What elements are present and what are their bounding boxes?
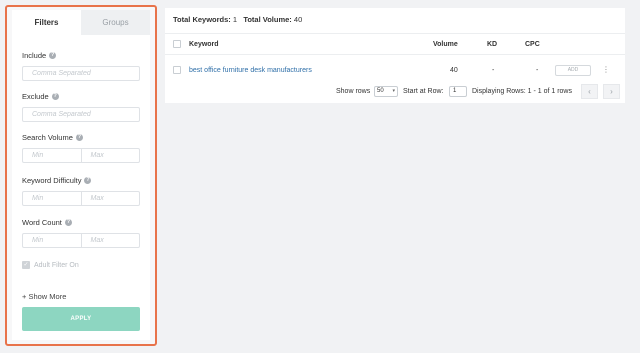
word-count-filter: Word Count ? Min Max — [22, 217, 140, 248]
checkbox-checked-icon[interactable]: ✓ — [22, 261, 30, 269]
help-icon[interactable]: ? — [84, 176, 92, 184]
exclude-filter: Exclude ? Comma Separated — [22, 91, 140, 122]
total-volume-label: Total Volume: — [243, 15, 292, 24]
word-count-label: Word Count — [22, 217, 62, 227]
displaying-rows-text: Displaying Rows: 1 - 1 of 1 rows — [472, 87, 572, 95]
show-more-link[interactable]: + Show More — [22, 292, 66, 301]
include-input[interactable]: Comma Separated — [22, 66, 140, 81]
rows-per-page-value: 50 — [377, 88, 384, 94]
show-rows-label: Show rows — [336, 87, 371, 95]
help-icon[interactable]: ? — [51, 92, 59, 100]
panel-tabs: Filters Groups — [12, 10, 150, 35]
start-row-input[interactable]: 1 — [449, 85, 467, 97]
help-icon[interactable]: ? — [75, 133, 83, 141]
tab-filters[interactable]: Filters — [12, 10, 81, 35]
search-volume-range: Min Max — [22, 148, 140, 163]
tab-groups[interactable]: Groups — [81, 10, 150, 35]
table-header: Keyword Volume KD CPC — [165, 33, 625, 55]
results-card: Total Keywords: 1 Total Volume: 40 Keywo… — [165, 8, 625, 103]
search-volume-label: Search Volume — [22, 132, 73, 142]
adult-filter-toggle[interactable]: ✓ Adult Filter On — [22, 261, 140, 269]
start-row-label: Start at Row: — [403, 87, 444, 95]
help-icon[interactable]: ? — [49, 51, 57, 59]
help-icon[interactable]: ? — [64, 218, 72, 226]
table-row: best office furniture desk manufacturers… — [165, 59, 625, 81]
next-page-icon[interactable]: › — [603, 83, 620, 99]
column-keyword[interactable]: Keyword — [189, 34, 219, 54]
keyword-difficulty-filter: Keyword Difficulty ? Min Max — [22, 175, 140, 206]
chevron-down-icon: ▾ — [392, 88, 395, 94]
keyword-link[interactable]: best office furniture desk manufacturers — [189, 59, 312, 81]
rows-per-page-select[interactable]: 50 ▾ — [374, 85, 398, 97]
column-volume[interactable]: Volume — [433, 34, 458, 54]
search-volume-max-input[interactable]: Max — [81, 148, 140, 163]
search-volume-filter: Search Volume ? Min Max — [22, 132, 140, 163]
search-volume-min-input[interactable]: Min — [22, 148, 82, 163]
row-checkbox[interactable] — [173, 66, 181, 74]
filters-panel: Filters Groups Include ? Comma Separated… — [5, 5, 157, 346]
keyword-difficulty-range: Min Max — [22, 191, 140, 206]
total-keywords-label: Total Keywords: — [173, 15, 231, 24]
apply-button[interactable]: APPLY — [22, 307, 140, 331]
results-summary: Total Keywords: 1 Total Volume: 40 — [173, 15, 302, 24]
keyword-difficulty-min-input[interactable]: Min — [22, 191, 82, 206]
filters-panel-body: Filters Groups Include ? Comma Separated… — [12, 10, 150, 340]
word-count-range: Min Max — [22, 233, 140, 248]
column-cpc[interactable]: CPC — [525, 34, 540, 54]
exclude-label: Exclude — [22, 91, 49, 101]
add-button[interactable]: ADD — [555, 64, 591, 76]
keyword-difficulty-label: Keyword Difficulty — [22, 175, 82, 185]
exclude-input[interactable]: Comma Separated — [22, 107, 140, 122]
include-filter: Include ? Comma Separated — [22, 50, 140, 81]
word-count-max-input[interactable]: Max — [81, 233, 140, 248]
total-keywords-value: 1 — [232, 15, 238, 24]
kd-cell: - — [492, 66, 495, 74]
kebab-menu-icon[interactable]: ⋮ — [602, 66, 610, 74]
column-kd[interactable]: KD — [487, 34, 497, 54]
volume-cell: 40 — [450, 66, 458, 74]
include-label: Include — [22, 50, 47, 60]
keyword-difficulty-max-input[interactable]: Max — [81, 191, 140, 206]
word-count-min-input[interactable]: Min — [22, 233, 82, 248]
pagination-bar: Show rows 50 ▾ Start at Row: 1 Displayin… — [165, 83, 625, 99]
prev-page-icon[interactable]: ‹ — [581, 83, 598, 99]
total-volume-value: 40 — [293, 15, 303, 24]
select-all-checkbox[interactable] — [173, 40, 181, 48]
cpc-cell: - — [536, 66, 539, 74]
adult-filter-label: Adult Filter On — [34, 261, 79, 269]
